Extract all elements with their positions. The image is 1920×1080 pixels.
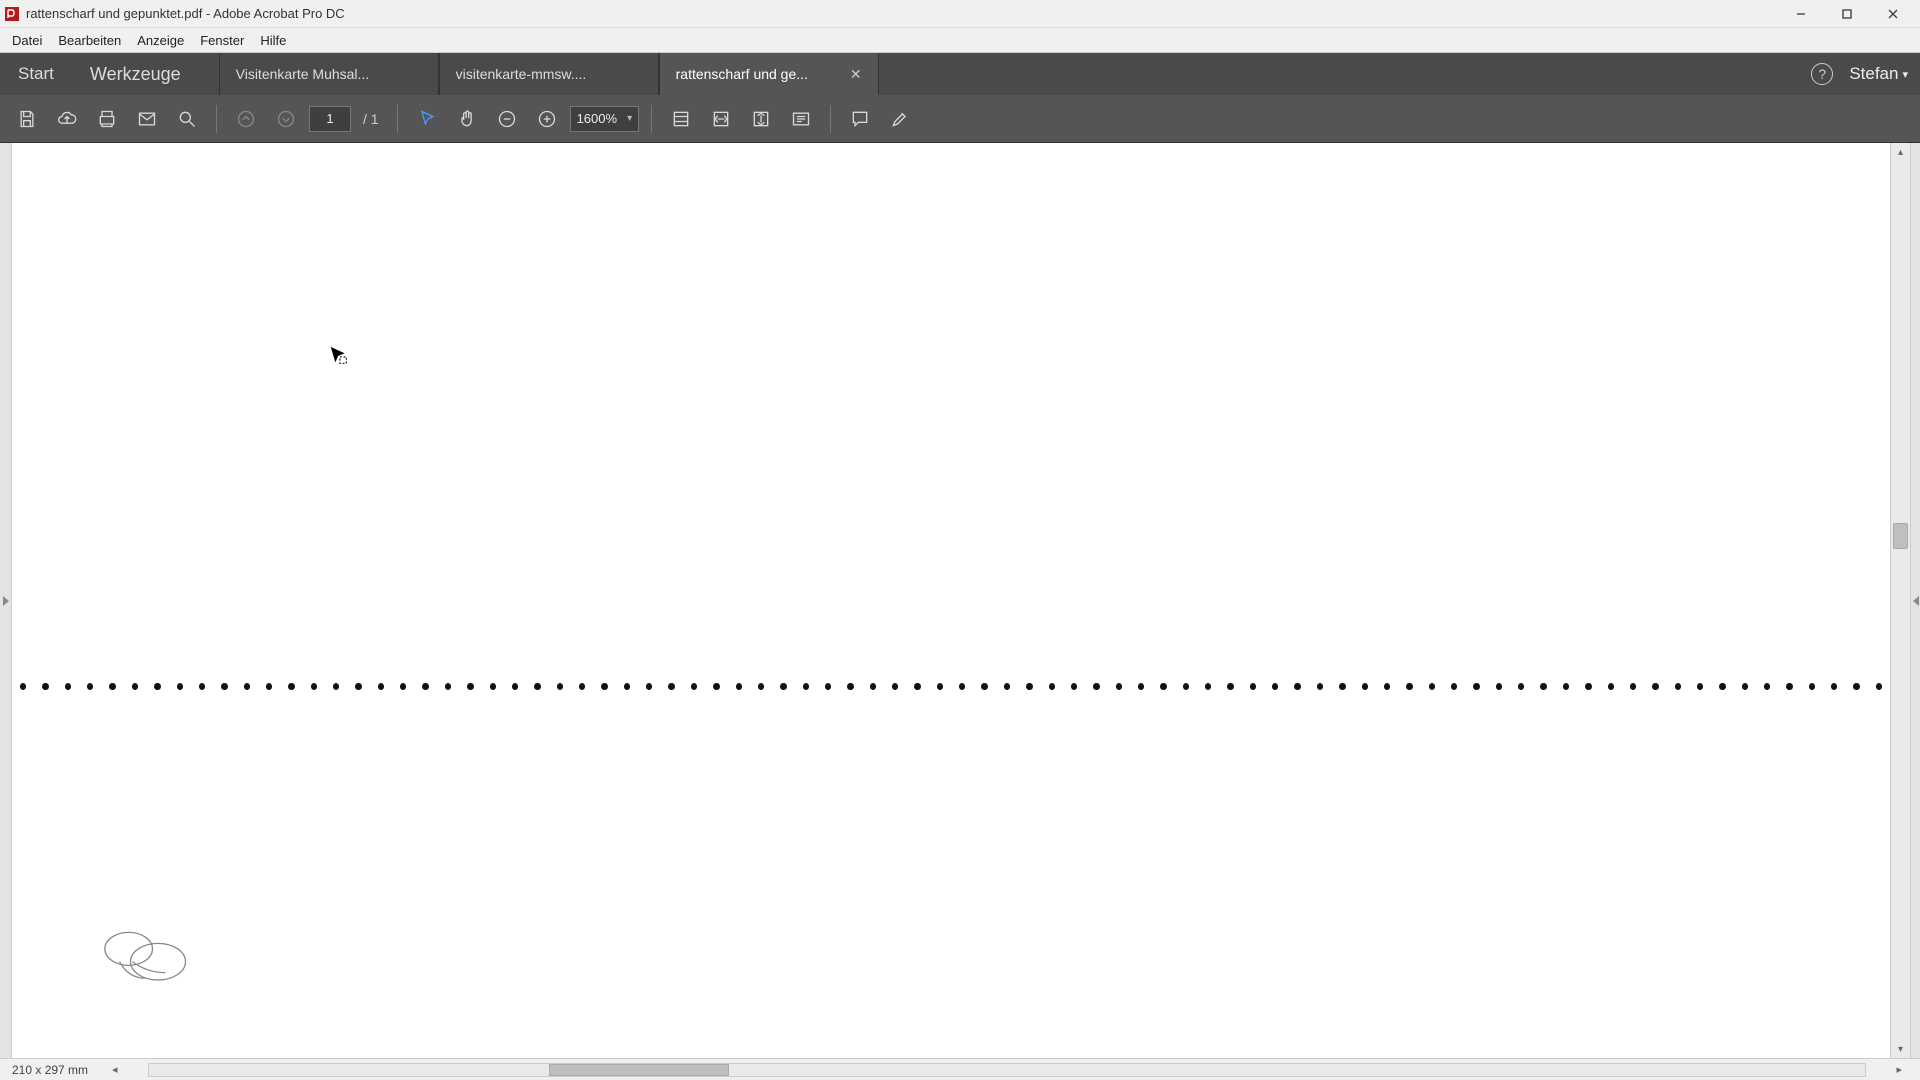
title-bar: rattenscharf und gepunktet.pdf - Adobe A… xyxy=(0,0,1920,28)
print-icon[interactable] xyxy=(90,102,124,136)
page-number-input[interactable] xyxy=(309,106,351,132)
selection-tool-icon[interactable] xyxy=(410,102,444,136)
reading-mode-icon[interactable] xyxy=(784,102,818,136)
menu-anzeige[interactable]: Anzeige xyxy=(129,31,192,50)
document-view[interactable] xyxy=(12,143,1890,1058)
menu-datei[interactable]: Datei xyxy=(4,31,50,50)
doc-tab-2[interactable]: rattenscharf und ge... ✕ xyxy=(659,53,879,95)
user-name-label: Stefan xyxy=(1849,64,1898,84)
tab-row: Start Werkzeuge Visitenkarte Muhsal... v… xyxy=(0,53,1920,95)
chevron-down-icon: ▾ xyxy=(627,113,632,124)
doc-tab-label: Visitenkarte Muhsal... xyxy=(236,66,370,82)
scroll-right-icon[interactable]: ▸ xyxy=(1890,1063,1908,1076)
page-up-icon[interactable] xyxy=(229,102,263,136)
right-panel-handle[interactable] xyxy=(1910,143,1920,1058)
comment-icon[interactable] xyxy=(843,102,877,136)
scroll-thumb[interactable] xyxy=(549,1064,729,1076)
zoom-value: 1600% xyxy=(577,111,617,126)
fit-page-icon[interactable] xyxy=(664,102,698,136)
menu-bearbeiten[interactable]: Bearbeiten xyxy=(50,31,129,50)
scroll-thumb[interactable] xyxy=(1893,523,1908,549)
scroll-left-icon[interactable]: ◂ xyxy=(106,1063,124,1076)
page-down-icon[interactable] xyxy=(269,102,303,136)
chevron-right-icon xyxy=(3,596,9,606)
zoom-select[interactable]: 1600% ▾ xyxy=(570,106,640,132)
help-icon[interactable]: ? xyxy=(1811,63,1833,85)
tab-tools[interactable]: Werkzeuge xyxy=(72,53,199,95)
mail-icon[interactable] xyxy=(130,102,164,136)
horizontal-scrollbar[interactable] xyxy=(148,1063,1867,1077)
fit-height-icon[interactable] xyxy=(744,102,778,136)
save-icon[interactable] xyxy=(10,102,44,136)
page-total-label: / 1 xyxy=(363,111,379,127)
cloud-upload-icon[interactable] xyxy=(50,102,84,136)
menu-fenster[interactable]: Fenster xyxy=(192,31,252,50)
fit-width-icon[interactable] xyxy=(704,102,738,136)
mouse-cursor-icon xyxy=(328,345,350,367)
doc-tab-1[interactable]: visitenkarte-mmsw.... xyxy=(439,53,659,95)
doc-tab-0[interactable]: Visitenkarte Muhsal... xyxy=(219,53,439,95)
tab-start[interactable]: Start xyxy=(0,53,72,95)
scroll-down-icon[interactable]: ▾ xyxy=(1891,1040,1910,1058)
app-icon xyxy=(4,6,20,22)
maximize-button[interactable] xyxy=(1824,0,1870,28)
close-tab-icon[interactable]: ✕ xyxy=(840,66,862,83)
close-button[interactable] xyxy=(1870,0,1916,28)
toolbar: / 1 1600% ▾ xyxy=(0,95,1920,143)
doc-tab-label: rattenscharf und ge... xyxy=(676,66,808,82)
zoom-out-icon[interactable] xyxy=(490,102,524,136)
menu-hilfe[interactable]: Hilfe xyxy=(252,31,294,50)
butterfly-graphic xyxy=(92,918,202,998)
status-bar: 210 x 297 mm ◂ ▸ xyxy=(0,1058,1920,1080)
hand-tool-icon[interactable] xyxy=(450,102,484,136)
chevron-left-icon xyxy=(1913,596,1919,606)
chevron-down-icon: ▾ xyxy=(1902,68,1908,81)
search-icon[interactable] xyxy=(170,102,204,136)
user-menu[interactable]: Stefan ▾ xyxy=(1849,64,1908,84)
minimize-button[interactable] xyxy=(1778,0,1824,28)
scroll-up-icon[interactable]: ▴ xyxy=(1891,143,1910,161)
page-dimensions-label: 210 x 297 mm xyxy=(12,1063,88,1077)
left-panel-handle[interactable] xyxy=(0,143,12,1058)
zoom-in-icon[interactable] xyxy=(530,102,564,136)
menu-bar: Datei Bearbeiten Anzeige Fenster Hilfe xyxy=(0,28,1920,53)
highlight-icon[interactable] xyxy=(883,102,917,136)
main-area: ▴ ▾ xyxy=(0,143,1920,1058)
window-title: rattenscharf und gepunktet.pdf - Adobe A… xyxy=(26,6,345,21)
vertical-scrollbar[interactable]: ▴ ▾ xyxy=(1890,143,1910,1058)
doc-tab-label: visitenkarte-mmsw.... xyxy=(456,66,587,82)
dotted-line-graphic xyxy=(20,683,1882,691)
